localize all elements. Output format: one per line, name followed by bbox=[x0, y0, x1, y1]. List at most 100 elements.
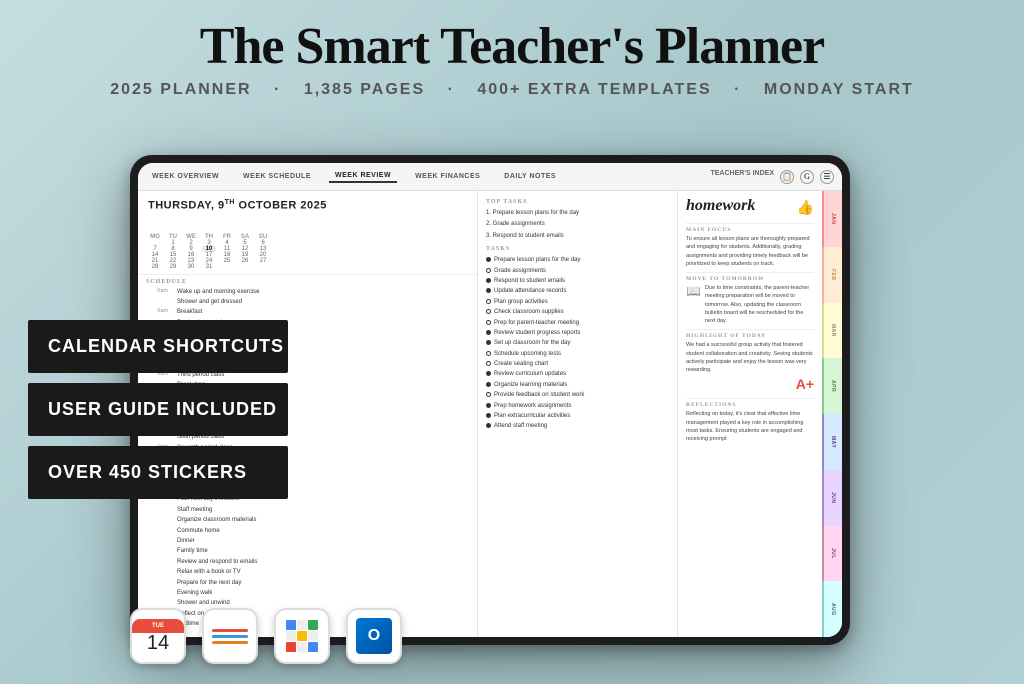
subtitle-dot1: · bbox=[274, 81, 281, 98]
tab-week-review[interactable]: WEEK REVIEW bbox=[329, 170, 397, 183]
schedule-item: Shower and unwind bbox=[146, 599, 469, 607]
badges-column: CALENDAR SHORTCUTS USER GUIDE INCLUDED O… bbox=[28, 320, 288, 503]
task-item: Attend staff meeting bbox=[486, 422, 669, 430]
bullet-filled bbox=[486, 288, 491, 293]
nav-icon-1[interactable]: 📋 bbox=[780, 170, 794, 184]
schedule-item: Prepare for the next day bbox=[146, 579, 469, 587]
bullet-empty bbox=[486, 299, 491, 304]
book-icon: 📖 bbox=[686, 284, 701, 299]
bullet-empty bbox=[486, 309, 491, 314]
task-item: Prep homework assignments bbox=[486, 402, 669, 410]
bullet-empty bbox=[486, 268, 491, 273]
tab-feb[interactable]: FEB bbox=[822, 247, 842, 303]
top-task-1: 1. Prepare lesson plans for the day bbox=[486, 209, 669, 217]
subtitle-dot3: · bbox=[734, 81, 741, 98]
day-date: THURSDAY, 9TH OCTOBER 2025 bbox=[148, 199, 467, 212]
subtitle-part3: 400+ EXTRA TEMPLATES bbox=[477, 81, 711, 98]
badge-stickers: OVER 450 STICKERS bbox=[28, 446, 288, 499]
badge-calendar-shortcuts: CALENDAR SHORTCUTS bbox=[28, 320, 288, 373]
dock-google-calendar[interactable] bbox=[274, 608, 330, 664]
task-item: Check classroom supplies bbox=[486, 308, 669, 316]
header-section: The Smart Teacher's Planner 2025 PLANNER… bbox=[0, 0, 1024, 99]
day-header: THURSDAY, 9TH OCTOBER 2025 MO TU WE TH F… bbox=[138, 191, 477, 275]
mini-cal-header: MO TU WE TH FR SA SU bbox=[148, 216, 467, 240]
mini-cal-row-5: 28 29 30 31 bbox=[148, 264, 467, 270]
reminder-line-blue bbox=[212, 635, 248, 638]
tab-jan[interactable]: JAN bbox=[822, 191, 842, 247]
bullet-filled bbox=[486, 382, 491, 387]
homework-title: homework bbox=[686, 197, 755, 215]
top-tasks-label: TOP TASKS bbox=[486, 199, 669, 205]
bullet-filled bbox=[486, 371, 491, 376]
nav-icon-3[interactable]: ☰ bbox=[820, 170, 834, 184]
notes-header: homework 👍 bbox=[686, 197, 814, 219]
notes-panel[interactable]: homework 👍 MAIN FOCUS To ensure all less… bbox=[678, 191, 822, 637]
thumbs-up-icon: 👍 bbox=[797, 200, 814, 217]
nav-icon-2[interactable]: G bbox=[800, 170, 814, 184]
schedule-item: Dinner bbox=[146, 537, 469, 545]
month-tab-strip: JAN FEB MAR APR MAY JUN JUL AUG bbox=[822, 191, 842, 637]
subtitle-bar: 2025 PLANNER · 1,385 PAGES · 400+ EXTRA … bbox=[0, 81, 1024, 99]
outlook-icon: O bbox=[356, 618, 392, 654]
bullet-filled bbox=[486, 257, 491, 262]
top-task-2: 2. Grade assignments bbox=[486, 220, 669, 228]
subtitle-part1: 2025 PLANNER bbox=[110, 81, 251, 98]
subtitle-part4: MONDAY START bbox=[764, 81, 914, 98]
task-item: Create seating chart bbox=[486, 360, 669, 368]
task-item: Plan extracurricular activities bbox=[486, 412, 669, 420]
dock-reminders[interactable] bbox=[202, 608, 258, 664]
reflections-text: Reflecting on today, it's clear that eff… bbox=[686, 410, 814, 443]
task-item: Update attendance records bbox=[486, 287, 669, 295]
schedule-item: Review and respond to emails bbox=[146, 558, 469, 566]
tab-mar[interactable]: MAR bbox=[822, 303, 842, 359]
schedule-item: Commute home bbox=[146, 527, 469, 535]
highlight-text: We had a successful group activity that … bbox=[686, 341, 814, 374]
tasks-panel[interactable]: TOP TASKS 1. Prepare lesson plans for th… bbox=[478, 191, 678, 637]
tab-may[interactable]: MAY bbox=[822, 414, 842, 470]
teachers-index-label: TEACHER'S INDEX bbox=[710, 170, 774, 184]
tab-jul[interactable]: JUL bbox=[822, 526, 842, 582]
bullet-empty bbox=[486, 361, 491, 366]
task-item: Review student progress reports bbox=[486, 329, 669, 337]
tab-daily-notes[interactable]: DAILY NOTES bbox=[498, 171, 562, 182]
top-task-3: 3. Respond to student emails bbox=[486, 232, 669, 240]
schedule-item: Shower and get dressed bbox=[146, 298, 469, 306]
task-item: Respond to student emails bbox=[486, 277, 669, 285]
task-item: Review curriculum updates bbox=[486, 370, 669, 378]
schedule-item: Organize classroom materials bbox=[146, 516, 469, 524]
move-tomorrow-text: Due to time constraints, the parent-teac… bbox=[705, 284, 814, 325]
tab-jun[interactable]: JUN bbox=[822, 470, 842, 526]
reminder-lines bbox=[204, 625, 256, 648]
dock-ios-calendar[interactable]: TUE 14 bbox=[130, 608, 186, 664]
dock-outlook[interactable]: O bbox=[346, 608, 402, 664]
bullet-filled bbox=[486, 330, 491, 335]
reminder-line-orange bbox=[212, 641, 248, 644]
subtitle-dot2: · bbox=[448, 81, 455, 98]
tab-week-schedule[interactable]: WEEK SCHEDULE bbox=[237, 171, 317, 182]
schedule-item: Relax with a book or TV bbox=[146, 568, 469, 576]
reflections-label: REFLECTIONS bbox=[686, 398, 814, 408]
main-focus-label: MAIN FOCUS bbox=[686, 223, 814, 233]
move-tomorrow-label: MOVE TO TOMORROW bbox=[686, 272, 814, 282]
bullet-empty bbox=[486, 351, 491, 356]
schedule-item: Staff meeting bbox=[146, 506, 469, 514]
bullet-filled bbox=[486, 413, 491, 418]
main-title: The Smart Teacher's Planner bbox=[0, 18, 1024, 75]
tab-week-finances[interactable]: WEEK FINANCES bbox=[409, 171, 486, 182]
nav-icons: TEACHER'S INDEX 📋 G ☰ bbox=[710, 170, 834, 184]
main-focus-text: To ensure all lesson plans are thoroughl… bbox=[686, 235, 814, 268]
tab-apr[interactable]: APR bbox=[822, 358, 842, 414]
task-item: Organize learning materials bbox=[486, 381, 669, 389]
grade-a-plus: A+ bbox=[796, 376, 814, 392]
bullet-filled bbox=[486, 423, 491, 428]
task-item: Prepare lesson plans for the day bbox=[486, 256, 669, 264]
bullet-filled bbox=[486, 340, 491, 345]
task-item: Set up classroom for the day bbox=[486, 339, 669, 347]
task-item: Plan group activities bbox=[486, 298, 669, 306]
tasks-label: TASKS bbox=[486, 246, 669, 252]
reminder-line-red bbox=[212, 629, 248, 632]
tab-week-overview[interactable]: WEEK OVERVIEW bbox=[146, 171, 225, 182]
schedule-item: Family time bbox=[146, 547, 469, 555]
bullet-filled bbox=[486, 278, 491, 283]
tab-aug[interactable]: AUG bbox=[822, 581, 842, 637]
